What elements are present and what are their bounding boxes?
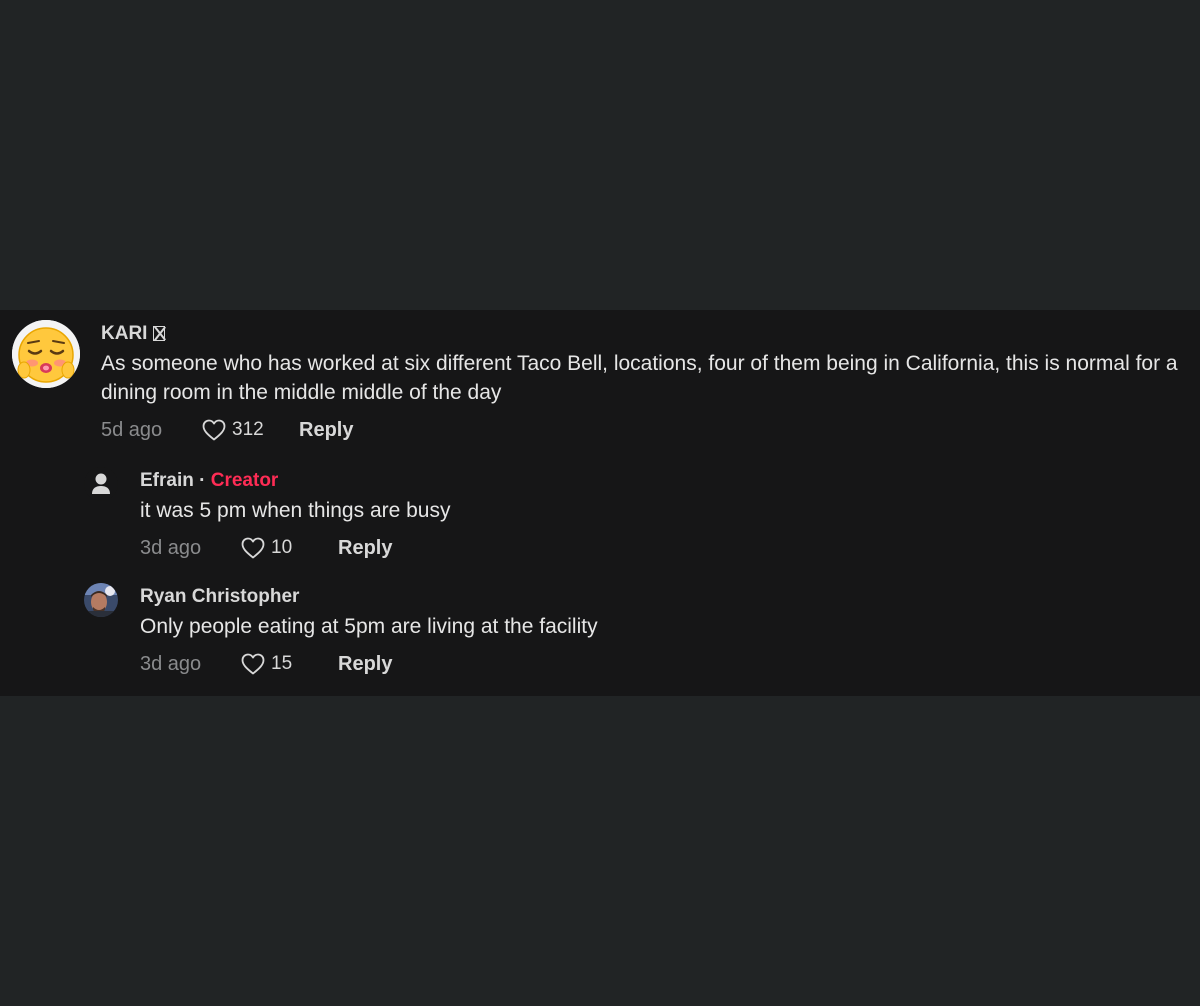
- username-text[interactable]: Ryan Christopher: [140, 586, 299, 607]
- reply-timestamp: 3d ago: [140, 536, 202, 559]
- comment-meta: 5d ago 312 Reply: [101, 415, 1192, 445]
- like-count: 10: [271, 537, 293, 558]
- user-photo-icon: [84, 583, 118, 617]
- reply-timestamp: 3d ago: [140, 652, 202, 675]
- avatar[interactable]: [84, 467, 118, 501]
- reply-meta: 3d ago 10 Reply: [140, 533, 1184, 563]
- avatar[interactable]: [84, 583, 118, 617]
- like-button[interactable]: 15: [241, 653, 338, 675]
- username-text[interactable]: KARI: [101, 323, 147, 344]
- comment-text: As someone who has worked at six differe…: [101, 352, 1178, 404]
- reply-button[interactable]: Reply: [338, 653, 392, 676]
- reply-button[interactable]: Reply: [338, 537, 392, 560]
- creator-badge: Creator: [210, 470, 279, 491]
- separator-dot: ·: [199, 470, 206, 491]
- reply-username[interactable]: Efrain · Creator: [140, 467, 1184, 495]
- like-button[interactable]: 10: [241, 537, 338, 559]
- reply-username[interactable]: Ryan Christopher: [140, 583, 1184, 611]
- default-user-icon: [84, 467, 118, 501]
- reply-meta: 3d ago 15 Reply: [140, 649, 1184, 679]
- like-count: 15: [271, 653, 293, 674]
- comment-timestamp: 5d ago: [101, 418, 163, 441]
- heart-icon[interactable]: [241, 537, 265, 559]
- reply-text: Only people eating at 5pm are living at …: [140, 615, 598, 638]
- comments-panel: KARI As someone who has worked at six di…: [0, 310, 1200, 696]
- reply-text: it was 5 pm when things are busy: [140, 499, 451, 522]
- unknown-glyph-icon: [153, 326, 166, 341]
- avatar[interactable]: [12, 320, 80, 388]
- comment-username[interactable]: KARI: [101, 320, 1192, 348]
- like-button[interactable]: 312: [202, 419, 299, 441]
- username-text[interactable]: Efrain: [140, 470, 194, 491]
- heart-icon[interactable]: [202, 419, 226, 441]
- emoji-avatar-icon: [12, 320, 80, 388]
- reply-button[interactable]: Reply: [299, 419, 353, 442]
- heart-icon[interactable]: [241, 653, 265, 675]
- like-count: 312: [232, 419, 264, 440]
